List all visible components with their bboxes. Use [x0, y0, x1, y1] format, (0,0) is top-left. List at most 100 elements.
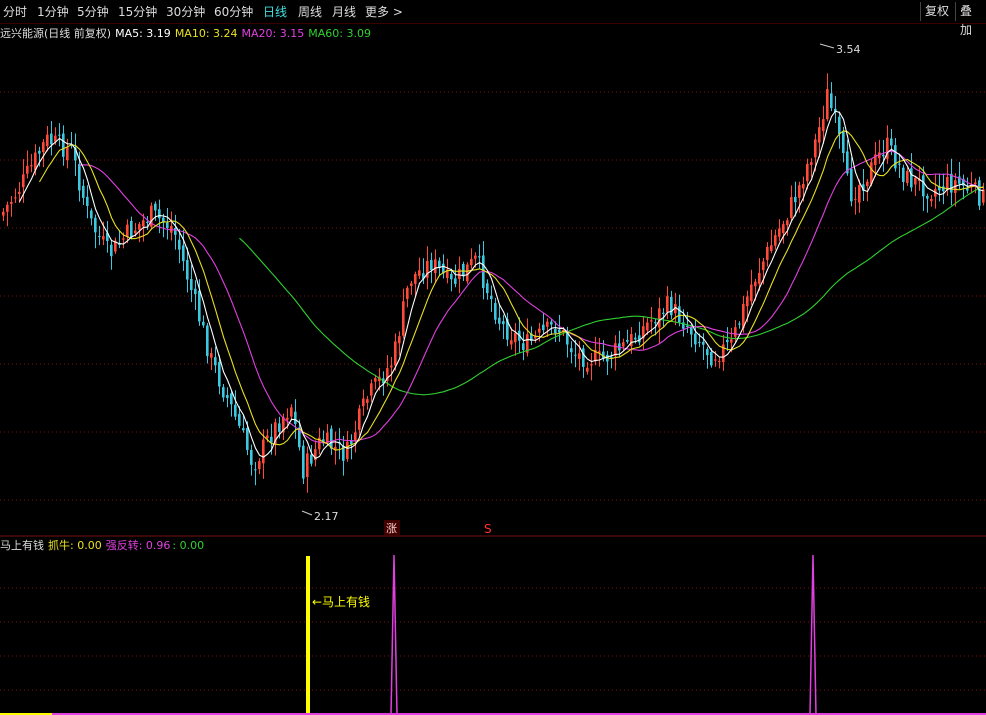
candle-body	[906, 170, 909, 183]
magenta-signal-1	[390, 554, 398, 715]
candle-body	[710, 351, 713, 366]
candle-body	[38, 150, 41, 154]
candle-body	[394, 341, 397, 366]
candle-body	[78, 164, 81, 191]
candle-body	[470, 258, 473, 266]
candle-body	[806, 163, 809, 182]
high-label: 3.54	[836, 43, 861, 56]
candle-body	[374, 378, 377, 382]
candle-body	[398, 336, 401, 344]
candle-body	[206, 325, 209, 357]
candle-body	[882, 154, 885, 157]
candle-body	[294, 411, 297, 424]
candle-body	[138, 224, 141, 230]
candle-body	[130, 220, 133, 238]
candle-body	[794, 196, 797, 203]
candle-body	[330, 428, 333, 449]
candle-body	[10, 201, 13, 204]
candle-body	[538, 328, 541, 333]
candle-body	[670, 296, 673, 316]
candle-body	[818, 127, 821, 143]
candle-body	[762, 261, 765, 271]
candle-body	[370, 383, 373, 396]
candle-body	[186, 260, 189, 280]
candle-body	[826, 89, 829, 120]
candle-body	[678, 306, 681, 323]
candle-body	[250, 449, 253, 465]
candle-body	[726, 339, 729, 343]
candle-body	[810, 162, 813, 165]
candle-body	[6, 204, 9, 212]
candle-body	[234, 404, 237, 417]
candle-body	[830, 93, 833, 109]
candle-body	[410, 283, 413, 286]
candle-body	[226, 394, 229, 399]
candle-body	[730, 339, 733, 343]
candle-body	[414, 273, 417, 284]
candle-body	[306, 453, 309, 478]
candle-body	[922, 175, 925, 197]
candle-body	[302, 445, 305, 479]
candle-body	[790, 197, 793, 218]
kline-chart[interactable]: 3.54 2.17 涨 S ←马上有钱	[0, 0, 986, 715]
candle-body	[214, 357, 217, 366]
candle-body	[802, 183, 805, 189]
candle-body	[210, 353, 213, 358]
candle-body	[778, 228, 781, 237]
candle-body	[406, 287, 409, 300]
candle-body	[194, 288, 197, 295]
candle-body	[158, 209, 161, 219]
ma20-line	[79, 150, 984, 444]
candle-body	[430, 260, 433, 271]
candle-body	[822, 119, 825, 132]
candle-body	[310, 454, 313, 464]
candle-body	[486, 283, 489, 294]
candle-body	[586, 367, 589, 372]
low-arrow	[301, 510, 313, 516]
candle-body	[362, 398, 365, 407]
candle-body	[570, 348, 573, 353]
candle-body	[850, 168, 853, 202]
candle-body	[798, 185, 801, 198]
candle-body	[2, 211, 5, 216]
candle-body	[754, 281, 757, 287]
candle-body	[90, 210, 93, 219]
candle-body	[450, 273, 453, 280]
candle-body	[686, 325, 689, 327]
candle-body	[786, 220, 789, 226]
candle-body	[198, 290, 201, 322]
candle-body	[58, 134, 61, 136]
candle-body	[242, 428, 245, 431]
candle-body	[42, 142, 45, 153]
candle-body	[650, 320, 653, 322]
candle-body	[14, 197, 17, 199]
indicator-signals: ←马上有钱	[0, 554, 986, 715]
signal-annotation: ←马上有钱	[312, 594, 370, 609]
low-marker: 2.17	[301, 510, 339, 523]
magenta-signal-2	[809, 554, 817, 715]
candle-body	[758, 272, 761, 284]
candle-body	[546, 321, 549, 327]
candle-body	[890, 138, 893, 146]
candle-body	[346, 441, 349, 459]
candle-body	[698, 341, 701, 343]
candle-body	[746, 296, 749, 307]
candle-body	[626, 339, 629, 342]
candle-body	[86, 196, 89, 206]
candle-body	[366, 399, 369, 403]
candle-body	[122, 238, 125, 240]
candle-body	[390, 365, 393, 368]
candle-body	[30, 165, 33, 167]
candle-body	[182, 245, 185, 262]
candle-body	[82, 185, 85, 198]
candle-body	[94, 217, 97, 233]
chart-grid	[0, 91, 986, 501]
candle-body	[574, 354, 577, 356]
candle-body	[974, 182, 977, 185]
candle-body	[434, 259, 437, 274]
candle-body	[658, 308, 661, 328]
candle-body	[418, 270, 421, 276]
candle-body	[218, 362, 221, 387]
candle-body	[542, 324, 545, 331]
candle-body	[510, 340, 513, 345]
